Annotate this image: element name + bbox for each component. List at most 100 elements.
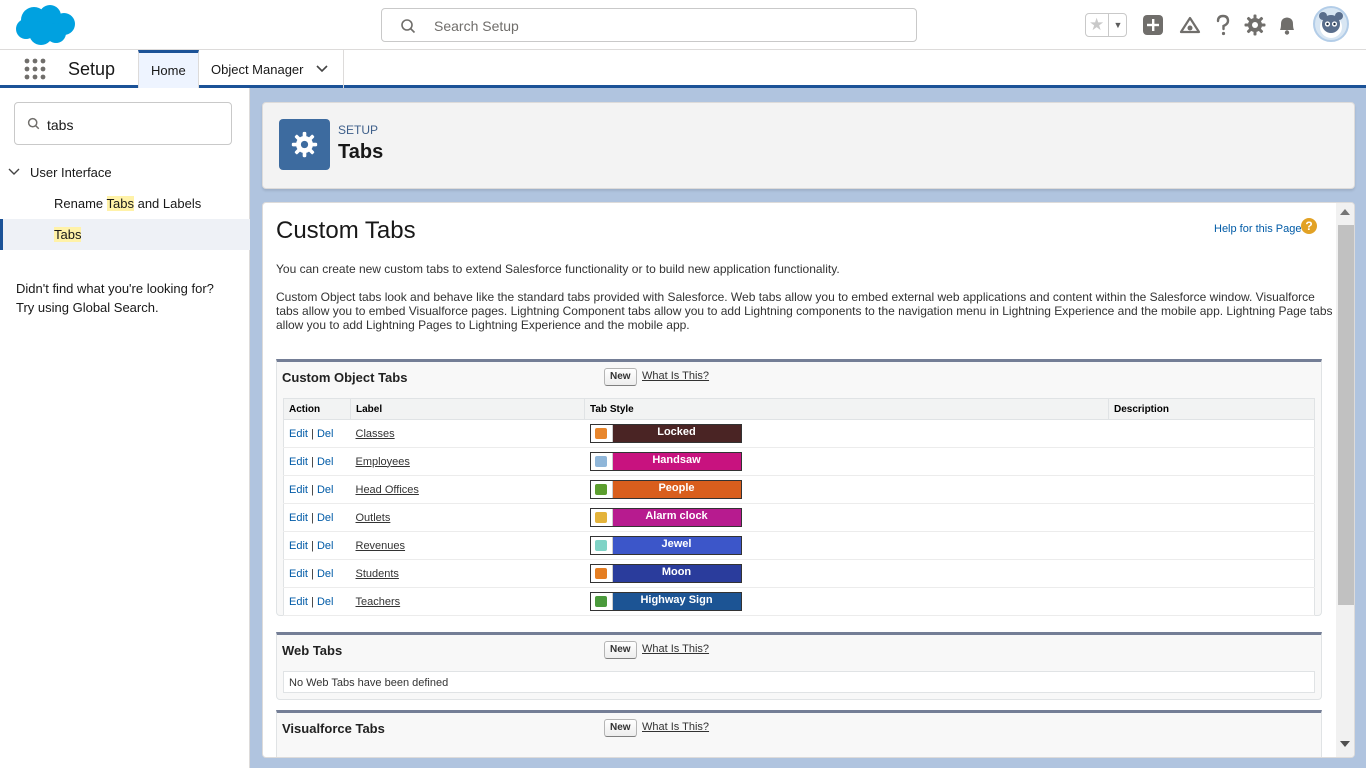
tab-style-icon [590, 593, 613, 610]
global-search-input[interactable]: Search Setup [381, 8, 917, 42]
tab-style-cell: People [584, 475, 1109, 504]
trailhead-icon[interactable] [1178, 13, 1202, 37]
del-link[interactable]: Del [317, 428, 334, 440]
description-cell [1108, 587, 1315, 616]
sidebar-item-rename-tabs-and-labels[interactable]: Rename Tabs and Labels [0, 188, 250, 219]
table-row: Edit | Del Employees Handsaw [283, 447, 1315, 476]
new-visualforce-tab-button[interactable]: New [604, 719, 637, 737]
tab-label-link[interactable]: Revenues [356, 540, 406, 552]
tab-style-cell: Alarm clock [584, 503, 1109, 532]
action-separator: | [307, 539, 317, 552]
del-link[interactable]: Del [317, 540, 334, 552]
gear-icon[interactable] [1243, 13, 1267, 37]
tab-label-link[interactable]: Head Offices [356, 484, 419, 496]
table-row: Edit | Del Students Moon [283, 559, 1315, 588]
scrollbar-thumb[interactable] [1338, 225, 1354, 605]
add-icon[interactable] [1141, 13, 1165, 37]
edit-link[interactable]: Edit [289, 596, 308, 608]
del-link[interactable]: Del [317, 568, 334, 580]
tab-style-swatch: Alarm clock [589, 508, 742, 527]
bell-icon[interactable] [1275, 13, 1299, 37]
search-icon [401, 19, 416, 34]
del-link[interactable]: Del [317, 512, 334, 524]
new-web-tab-button[interactable]: New [604, 641, 637, 659]
search-icon [27, 117, 40, 130]
setup-gear-icon [279, 119, 330, 170]
user-avatar-icon [1319, 12, 1343, 38]
action-cell: Edit | Del [283, 475, 351, 504]
description-cell [1108, 447, 1315, 476]
tab-label-link[interactable]: Employees [356, 456, 410, 468]
quick-find-input[interactable]: tabs [14, 102, 232, 145]
favorites-button[interactable]: ★ ▼ [1085, 13, 1127, 37]
content-scrollbar[interactable] [1336, 203, 1354, 757]
tab-object-manager[interactable]: Object Manager [199, 50, 344, 88]
custom-object-tabs-section: Custom Object Tabs New What Is This? Act… [276, 359, 1322, 616]
action-separator: | [307, 427, 317, 440]
visualforce-tabs-section: Visualforce Tabs New What Is This? [276, 710, 1322, 757]
tab-style-cell: Handsaw [584, 447, 1109, 476]
tab-home-label: Home [151, 63, 186, 78]
custom-object-tabs-table: Action Label Tab Style Description Edit … [283, 398, 1315, 616]
tab-style-swatch: Handsaw [589, 452, 742, 471]
tab-label-link[interactable]: Teachers [356, 596, 401, 608]
action-cell: Edit | Del [283, 447, 351, 476]
chevron-down-icon[interactable] [316, 65, 328, 73]
table-row: Edit | Del Head Offices People [283, 475, 1315, 504]
tab-label-link[interactable]: Classes [356, 428, 395, 440]
tab-home[interactable]: Home [138, 50, 199, 88]
help-question-icon[interactable]: ? [1301, 218, 1317, 234]
tab-style-swatch: Locked [589, 424, 742, 443]
intro-text: You can create new custom tabs to extend… [276, 262, 840, 276]
tab-style-swatch: Jewel [589, 536, 742, 555]
what-is-this-link[interactable]: What Is This? [642, 721, 709, 733]
label-cell: Classes [350, 419, 585, 448]
new-custom-object-tab-button[interactable]: New [604, 368, 637, 386]
favorites-dropdown-icon[interactable]: ▼ [1108, 14, 1127, 36]
chevron-down-icon[interactable] [8, 168, 20, 176]
help-for-this-page-link[interactable]: Help for this Page [1214, 223, 1301, 235]
page-title: Tabs [338, 141, 384, 163]
scroll-down-icon[interactable] [1340, 741, 1350, 747]
tab-style-name: Jewel [612, 537, 741, 554]
scroll-up-icon[interactable] [1340, 209, 1350, 215]
tab-label-link[interactable]: Students [356, 568, 399, 580]
edit-link[interactable]: Edit [289, 428, 308, 440]
search-hint: Didn't find what you're looking for? Try… [16, 281, 214, 315]
del-link[interactable]: Del [317, 596, 334, 608]
app-name: Setup [68, 59, 116, 79]
sidebar-item-tabs[interactable]: Tabs [0, 219, 250, 250]
quick-find-value: tabs [47, 117, 74, 133]
what-is-this-link[interactable]: What Is This? [642, 643, 709, 655]
table-row: Edit | Del Outlets Alarm clock [283, 503, 1315, 532]
description-cell [1108, 503, 1315, 532]
del-link[interactable]: Del [317, 484, 334, 496]
edit-link[interactable]: Edit [289, 456, 308, 468]
del-link[interactable]: Del [317, 456, 334, 468]
app-launcher-icon[interactable] [24, 58, 46, 80]
column-header-label: Label [350, 398, 585, 420]
tab-style-name: Highway Sign [612, 593, 741, 610]
action-cell: Edit | Del [283, 419, 351, 448]
action-cell: Edit | Del [283, 531, 351, 560]
tab-style-icon [590, 425, 613, 442]
tab-label-link[interactable]: Outlets [356, 512, 391, 524]
label-cell: Revenues [350, 531, 585, 560]
edit-link[interactable]: Edit [289, 568, 308, 580]
edit-link[interactable]: Edit [289, 540, 308, 552]
setup-sidebar: tabs User Interface Rename Tabs and Labe… [0, 88, 250, 768]
table-row: Edit | Del Teachers Highway Sign [283, 587, 1315, 616]
tab-object-manager-label: Object Manager [211, 62, 304, 77]
tab-style-icon [590, 565, 613, 582]
edit-link[interactable]: Edit [289, 512, 308, 524]
help-icon[interactable] [1211, 13, 1235, 37]
page-eyebrow[interactable]: SETUP [338, 123, 378, 137]
what-is-this-link[interactable]: What Is This? [642, 370, 709, 382]
tab-style-name: Moon [612, 565, 741, 582]
avatar[interactable] [1313, 6, 1349, 42]
table-row: Edit | Del Revenues Jewel [283, 531, 1315, 560]
edit-link[interactable]: Edit [289, 484, 308, 496]
salesforce-logo-icon[interactable] [14, 3, 76, 47]
label-cell: Employees [350, 447, 585, 476]
favorites-star-icon[interactable]: ★ [1089, 15, 1104, 35]
